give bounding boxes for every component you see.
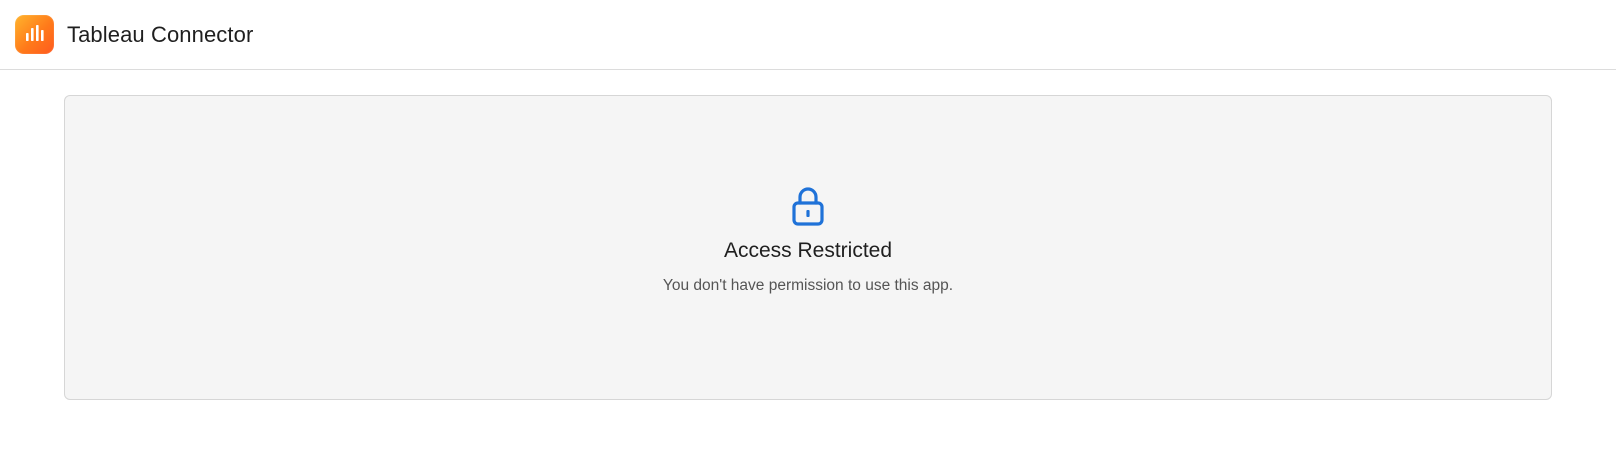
app-logo bbox=[15, 15, 54, 54]
access-restricted-card: Access Restricted You don't have permiss… bbox=[64, 95, 1552, 400]
lock-icon bbox=[790, 185, 826, 229]
app-header: Tableau Connector bbox=[0, 0, 1616, 70]
app-title: Tableau Connector bbox=[67, 21, 254, 47]
bar-chart-icon bbox=[23, 20, 47, 49]
card-title: Access Restricted bbox=[723, 239, 893, 262]
app-window: Tableau Connector Access Restricted You … bbox=[0, 0, 1616, 475]
card-message: You don't have permission to use this ap… bbox=[662, 277, 954, 295]
